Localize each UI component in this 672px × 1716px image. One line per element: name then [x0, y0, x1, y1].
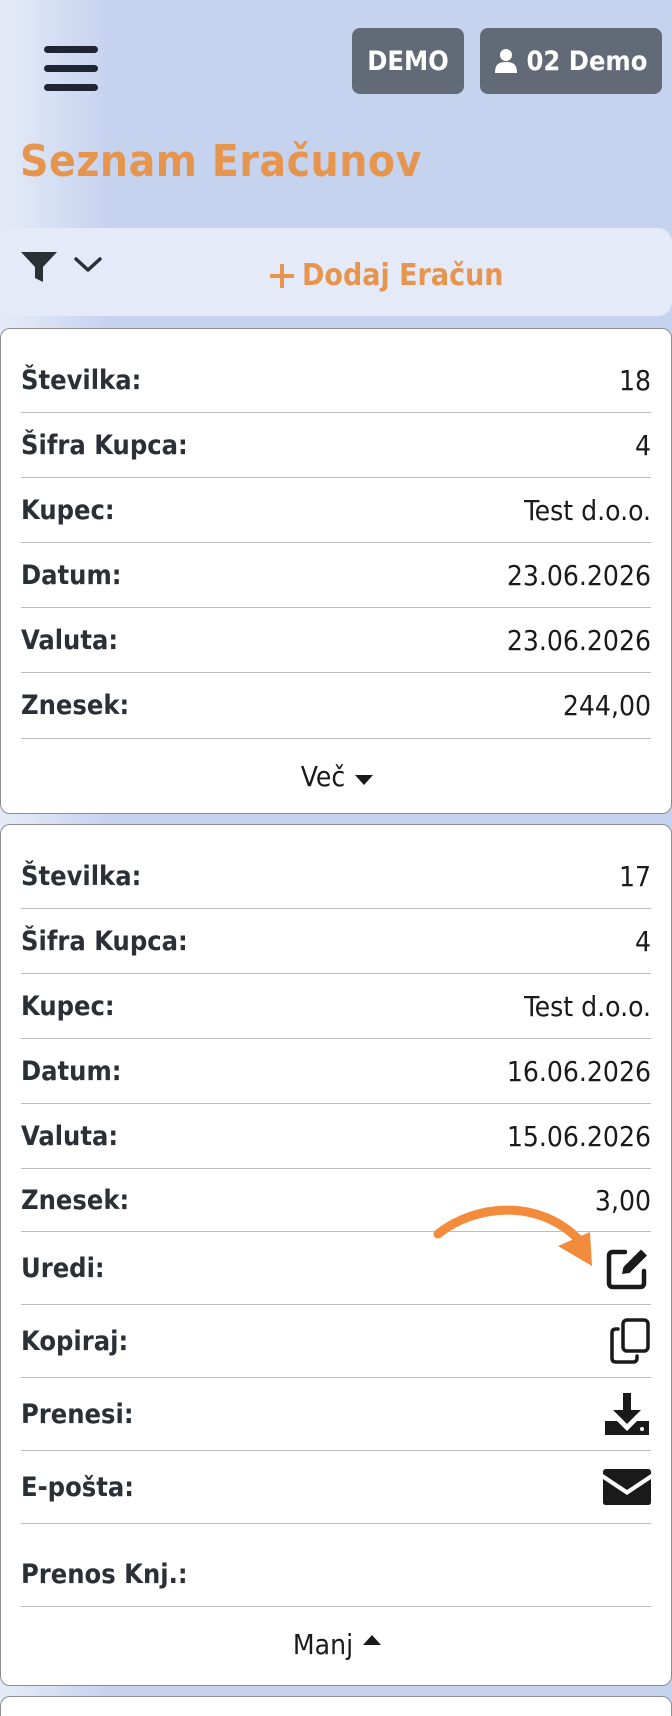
invoice-row-customer: Kupec: Test d.o.o. — [21, 478, 651, 543]
row-value: 16.06.2026 — [506, 1054, 651, 1088]
invoice-row-amount: Znesek: 3,00 — [21, 1169, 651, 1232]
user-label: 02 Demo — [526, 45, 648, 77]
invoice-card — [0, 1696, 672, 1716]
edit-icon[interactable] — [605, 1245, 651, 1291]
row-value: 244,00 — [562, 689, 651, 722]
row-label: Številka: — [21, 861, 142, 892]
invoice-row-number: Številka: 17 — [21, 845, 651, 909]
invoice-card: Številka: 17 Šifra Kupca: 4 Kupec: Test … — [0, 824, 672, 1686]
action-row-email: E-pošta: — [21, 1451, 651, 1524]
row-value: Test d.o.o. — [524, 493, 651, 527]
row-label: Datum: — [21, 559, 122, 591]
add-invoice-button[interactable]: Dodaj Eračun — [270, 258, 504, 293]
transfer-row: Prenos Knj.: — [21, 1543, 651, 1607]
action-row-download: Prenesi: — [21, 1378, 651, 1451]
row-value: 4 — [634, 924, 651, 958]
invoice-row-due-date: Valuta: 23.06.2026 — [21, 608, 651, 673]
action-row-edit: Uredi: — [21, 1232, 651, 1305]
copy-icon[interactable] — [609, 1317, 651, 1365]
invoice-row-date: Datum: 16.06.2026 — [21, 1039, 651, 1104]
row-label: Uredi: — [21, 1252, 105, 1284]
chevron-down-icon[interactable] — [74, 256, 102, 274]
row-value: 23.06.2026 — [506, 623, 651, 657]
row-label: Kupec: — [21, 990, 115, 1022]
demo-button[interactable]: DEMO — [352, 28, 464, 94]
show-less-label: Manj — [292, 1627, 354, 1661]
row-label: Šifra Kupca: — [21, 429, 188, 461]
hamburger-menu-icon[interactable] — [44, 46, 98, 92]
row-label: Kupec: — [21, 494, 115, 526]
invoice-row-amount: Znesek: 244,00 — [21, 673, 651, 739]
invoice-row-date: Datum: 23.06.2026 — [21, 543, 651, 608]
toolbar: Dodaj Eračun — [0, 228, 672, 316]
action-row-copy: Kopiraj: — [21, 1305, 651, 1378]
show-less-button[interactable]: Manj — [1, 1621, 672, 1667]
row-label: Številka: — [21, 365, 142, 396]
row-label: Šifra Kupca: — [21, 925, 188, 957]
filter-icon[interactable] — [20, 250, 58, 284]
row-value: Test d.o.o. — [524, 989, 651, 1023]
user-button[interactable]: 02 Demo — [480, 28, 662, 94]
caret-up-icon — [363, 1635, 382, 1645]
email-icon[interactable] — [603, 1469, 651, 1505]
row-value: 17 — [618, 860, 651, 893]
demo-label: DEMO — [367, 45, 449, 77]
row-label: Znesek: — [21, 690, 130, 721]
row-label: Prenos Knj.: — [21, 1559, 188, 1590]
row-label: E-pošta: — [21, 1471, 134, 1503]
row-value: 18 — [618, 364, 651, 397]
invoice-row-customer-code: Šifra Kupca: 4 — [21, 909, 651, 974]
top-bar: DEMO 02 Demo — [0, 0, 672, 120]
row-value: 4 — [634, 428, 651, 462]
user-icon — [494, 49, 517, 73]
show-more-button[interactable]: Več — [1, 753, 672, 799]
row-value: 3,00 — [594, 1183, 651, 1217]
show-more-label: Več — [300, 759, 346, 793]
invoice-row-due-date: Valuta: 15.06.2026 — [21, 1104, 651, 1169]
row-value: 23.06.2026 — [506, 558, 651, 592]
row-label: Valuta: — [21, 624, 119, 656]
row-label: Znesek: — [21, 1184, 130, 1216]
caret-down-icon — [355, 775, 374, 785]
row-label: Kopiraj: — [21, 1325, 129, 1357]
page-title: Seznam Eračunov — [20, 136, 422, 187]
plus-icon — [270, 263, 294, 288]
invoice-card: Številka: 18 Šifra Kupca: 4 Kupec: Test … — [0, 328, 672, 814]
row-label: Datum: — [21, 1055, 122, 1087]
invoice-row-number: Številka: 18 — [21, 349, 651, 413]
row-label: Valuta: — [21, 1120, 119, 1152]
add-invoice-label: Dodaj Eračun — [302, 258, 504, 293]
invoice-row-customer: Kupec: Test d.o.o. — [21, 974, 651, 1039]
row-value: 15.06.2026 — [506, 1119, 651, 1153]
invoice-row-customer-code: Šifra Kupca: 4 — [21, 413, 651, 478]
row-label: Prenesi: — [21, 1398, 134, 1430]
download-icon[interactable] — [603, 1391, 651, 1437]
